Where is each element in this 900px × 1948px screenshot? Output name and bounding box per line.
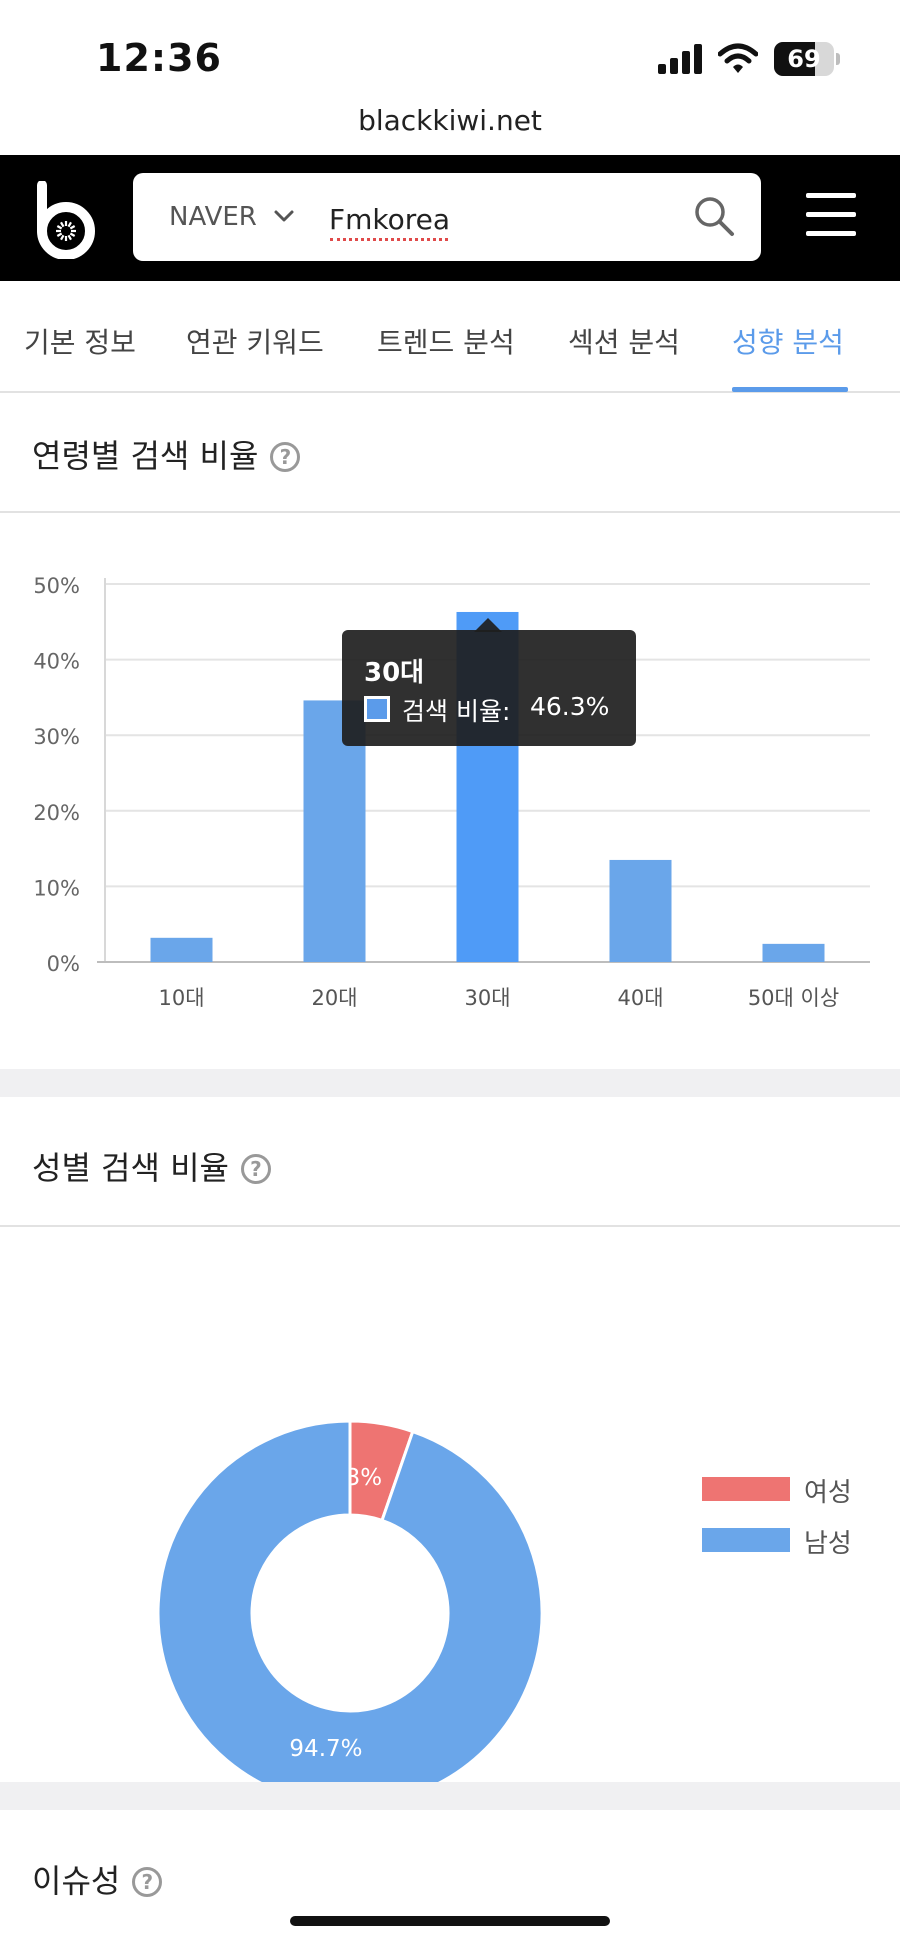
issue-title: 이슈성? [32, 1856, 163, 1902]
y-tick-label: 50% [33, 574, 80, 598]
age-bar-chart: 0% 10% 20% 30% 40% 50% 10대 20대 30대 40대 50대 이상 [33, 574, 870, 1010]
legend-label: 남성 [804, 1529, 852, 1559]
gender-donut-chart: 5.3%94.7% [156, 1419, 544, 1782]
help-icon[interactable]: ? [132, 1867, 163, 1897]
donut-slice-2[interactable] [156, 1419, 544, 1782]
slice-value-label: 94.7% [289, 1736, 362, 1762]
y-tick-label: 0% [47, 952, 80, 976]
bar-4[interactable] [609, 859, 672, 962]
x-tick-label: 40대 [617, 986, 663, 1010]
y-tick-label: 10% [33, 876, 80, 900]
gender-ratio-section: 성별 검색 비율? 5.3% 94.7% 여성 남성 [0, 1097, 900, 1782]
legend-label: 여성 [804, 1478, 852, 1508]
y-tick-label: 20% [33, 801, 80, 825]
tooltip-label: 검색 비율: [402, 697, 511, 726]
x-tick-label: 20대 [311, 986, 357, 1010]
section-gap [0, 1782, 900, 1810]
legend-swatch [702, 1477, 790, 1501]
x-tick-label: 10대 [158, 986, 204, 1010]
home-indicator [290, 1916, 610, 1926]
bar-tooltip: 30대 검색 비율: 46.3% [342, 630, 636, 746]
y-tick-label: 40% [33, 650, 80, 674]
tooltip-swatch [364, 696, 390, 722]
tooltip-title: 30대 [364, 658, 425, 688]
section-gap [0, 1069, 900, 1097]
help-icon[interactable]: ? [240, 1154, 271, 1184]
issue-section: 이슈성? [0, 1810, 900, 1948]
y-tick-label: 30% [33, 725, 80, 749]
bar-1[interactable] [150, 937, 213, 962]
x-tick-label: 50대 이상 [748, 986, 839, 1010]
bar-5[interactable] [762, 943, 825, 962]
legend-swatch [702, 1528, 790, 1552]
x-tick-label: 30대 [464, 986, 510, 1010]
tooltip-value: 46.3% [530, 692, 610, 721]
gender-ratio-title: 성별 검색 비율? [32, 1143, 271, 1189]
